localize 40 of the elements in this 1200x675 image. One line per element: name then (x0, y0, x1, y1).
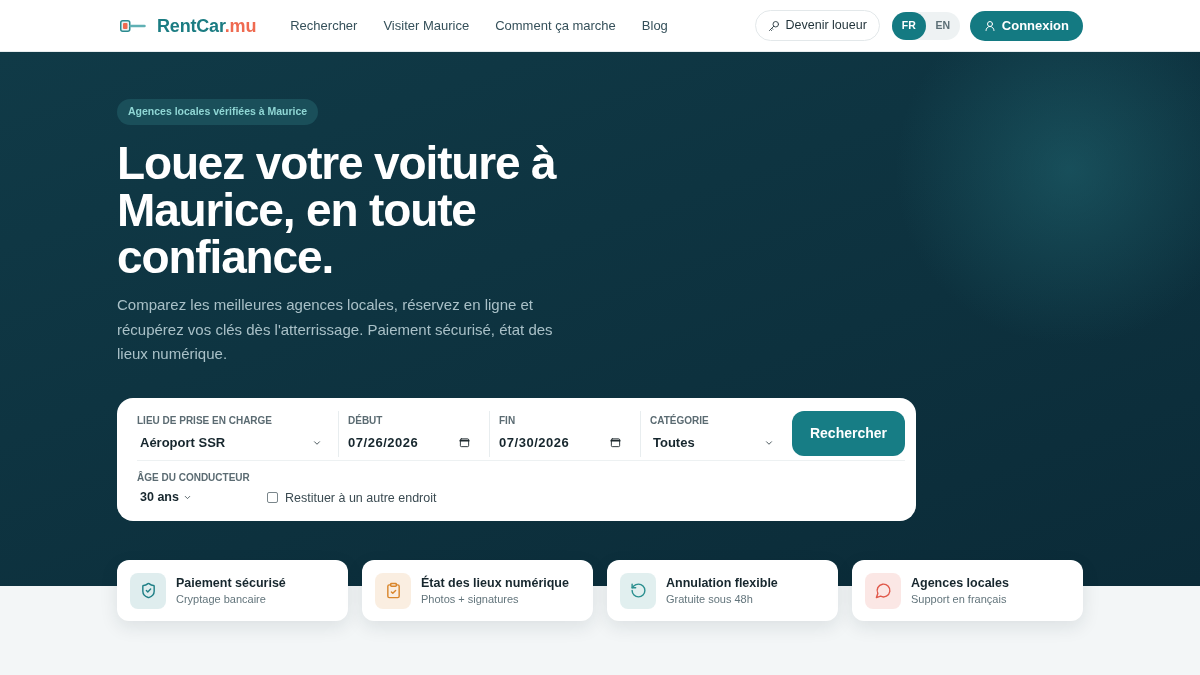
brand-name[interactable]: RentCar.mu (157, 16, 257, 35)
date-field[interactable]: 07/30/2026 (499, 433, 621, 452)
date-field[interactable]: 07/26/2026 (348, 433, 470, 452)
key-icon (120, 19, 146, 32)
calendar-icon (459, 437, 470, 448)
field-label: FIN (499, 414, 517, 427)
field-label: CATÉGORIE (650, 414, 710, 427)
language-switch[interactable]: FR EN (891, 11, 960, 40)
feature-subtitle: Cryptage bancaire (176, 592, 267, 606)
user-icon (983, 19, 996, 32)
feature-subtitle: Photos + signatures (421, 592, 520, 606)
chevron-down-icon (182, 493, 192, 502)
select-field[interactable]: Aéroport SSR (137, 433, 322, 452)
feature-subtitle: Gratuite sous 48h (666, 592, 754, 606)
feature-title: Paiement sécurisé (176, 575, 286, 591)
nav-link[interactable]: Comment ça marche (495, 15, 616, 36)
become-host-button[interactable]: Devenir loueur (754, 10, 880, 41)
feature-title: Annulation flexible (666, 575, 778, 591)
nav-link[interactable]: Rechercher (290, 15, 358, 36)
age-select[interactable]: 30 ans (137, 488, 192, 507)
field-label: ÂGE DU CONDUCTEUR (137, 471, 251, 484)
checkbox[interactable] (267, 492, 278, 504)
nav-link[interactable]: Blog (641, 15, 668, 36)
search-button[interactable]: Rechercher (792, 410, 905, 456)
key-icon (767, 19, 780, 32)
hero-title: Louez votre voiture à Maurice, en toute confiance. (117, 140, 558, 281)
select-field[interactable]: Toutes (650, 433, 774, 452)
feature-title: État des lieux numérique (421, 575, 569, 591)
feature-title: Agences locales (911, 575, 1009, 591)
feature-subtitle: Support en français (911, 592, 1008, 606)
field-label: LIEU DE PRISE EN CHARGE (137, 414, 274, 427)
checkbox-label[interactable]: Restituer à un autre endroit (285, 488, 437, 508)
hero-subtitle: Comparez les meilleures agences locales, réservez en ligne et récupérez vos clés dès l'atterrissage. Paiement sécurisé, état des lieux numérique. (117, 295, 554, 364)
field-label: DÉBUT (348, 414, 384, 427)
language-tab[interactable]: FR (891, 11, 926, 40)
calendar-icon (610, 437, 621, 448)
nav-link[interactable]: Visiter Maurice (383, 15, 470, 36)
language-tab[interactable]: EN (925, 11, 960, 40)
verified-badge: Agences locales vérifiées à Maurice (117, 99, 319, 125)
login-button[interactable]: Connexion (969, 10, 1083, 41)
